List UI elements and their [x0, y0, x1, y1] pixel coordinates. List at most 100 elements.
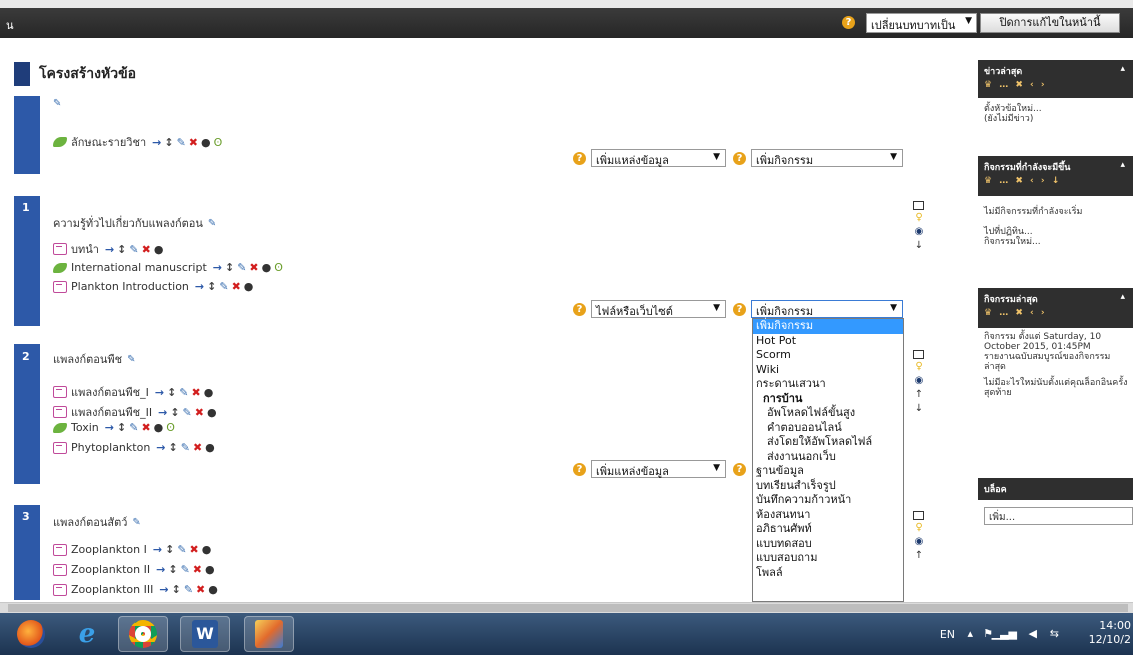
delete-icon[interactable]: ✖	[193, 441, 202, 454]
activity-link[interactable]: International manuscript	[71, 261, 207, 274]
move-up-icon[interactable]: ↑	[912, 550, 926, 562]
move-down-icon[interactable]: ↓	[912, 403, 926, 415]
move-icon[interactable]: ↕	[172, 583, 181, 596]
indent-icon[interactable]: →	[152, 136, 161, 149]
full-report-link[interactable]: รายงานฉบับสมบูรณ์ของกิจกรรมล่าสุด	[984, 352, 1129, 372]
move-icon[interactable]: ↕	[225, 261, 234, 274]
edit-summary-icon[interactable]: ✎	[127, 354, 135, 365]
indent-icon[interactable]: →	[195, 280, 204, 293]
highlight-icon[interactable]	[913, 201, 924, 210]
add-activity-select[interactable]: เพิ่มกิจกรรม ▼	[751, 300, 903, 318]
chevron-up-icon[interactable]: ▴	[967, 627, 973, 640]
help-icon[interactable]: ?	[573, 152, 586, 165]
add-resource-select[interactable]: เพิ่มแหล่งข้อมูล ▼	[591, 149, 726, 167]
taskbar-paint[interactable]	[244, 616, 294, 652]
lightbulb-icon[interactable]: ♀	[912, 522, 926, 534]
taskbar-ie[interactable]: e	[62, 616, 112, 652]
activity-link[interactable]: Toxin	[71, 421, 99, 434]
lightbulb-icon[interactable]: ♀	[912, 361, 926, 373]
indent-icon[interactable]: →	[156, 441, 165, 454]
language-indicator[interactable]: EN	[940, 628, 955, 641]
lightbulb-icon[interactable]: ♀	[912, 212, 926, 224]
delete-icon[interactable]: ✖	[192, 386, 201, 399]
move-icon[interactable]: ↕	[170, 406, 179, 419]
activity-link[interactable]: Plankton Introduction	[71, 280, 189, 293]
edit-icon[interactable]: ✎	[219, 280, 228, 293]
add-resource-select[interactable]: เพิ่มแหล่งข้อมูล ▼	[591, 460, 726, 478]
activity-link[interactable]: แพลงก์ตอนพืช_II	[71, 403, 152, 421]
eye-icon[interactable]: ●	[201, 136, 211, 149]
delete-icon[interactable]: ✖	[196, 583, 205, 596]
delete-icon[interactable]: ✖	[195, 406, 204, 419]
edit-icon[interactable]: ✎	[177, 136, 186, 149]
eye-icon[interactable]: ◉	[912, 536, 926, 548]
help-icon[interactable]: ?	[573, 303, 586, 316]
group-icon[interactable]: ʘ	[214, 136, 223, 149]
indent-icon[interactable]: →	[105, 421, 114, 434]
delete-icon[interactable]: ✖	[193, 563, 202, 576]
highlight-icon[interactable]	[913, 350, 924, 359]
clock[interactable]: 14:00 12/10/2	[1089, 619, 1131, 647]
dropdown-option[interactable]: Scorm	[753, 348, 903, 363]
group-icon[interactable]: ʘ	[166, 421, 175, 434]
indent-icon[interactable]: →	[213, 261, 222, 274]
block-tools-icon[interactable]: ♛ … ✖ ‹ ›	[984, 80, 1127, 90]
network-icon[interactable]: ⇆	[1050, 627, 1059, 640]
eye-icon[interactable]: ●	[207, 406, 217, 419]
dropdown-option[interactable]: โพลล์	[753, 566, 903, 581]
eye-icon[interactable]: ●	[204, 386, 214, 399]
help-icon[interactable]: ?	[733, 303, 746, 316]
eye-icon[interactable]: ●	[202, 543, 212, 556]
dropdown-option[interactable]: อัพโหลดไฟล์ขั้นสูง	[753, 406, 903, 421]
switch-role-select[interactable]: เปลี่ยนบทบาทเป็น ▼	[866, 13, 977, 33]
dropdown-option[interactable]: บทเรียนสำเร็จรูป	[753, 479, 903, 494]
eye-icon[interactable]: ◉	[912, 226, 926, 238]
delete-icon[interactable]: ✖	[142, 243, 151, 256]
signal-icon[interactable]: ▁▃▅	[992, 627, 1017, 640]
move-icon[interactable]: ↕	[117, 421, 126, 434]
move-icon[interactable]: ↕	[164, 136, 173, 149]
move-up-icon[interactable]: ↑	[912, 389, 926, 401]
dropdown-option[interactable]: ห้องสนทนา	[753, 508, 903, 523]
eye-icon[interactable]: ●	[262, 261, 272, 274]
delete-icon[interactable]: ✖	[141, 421, 150, 434]
move-icon[interactable]: ↕	[167, 386, 176, 399]
dropdown-option[interactable]: คำตอบออนไลน์	[753, 421, 903, 436]
eye-icon[interactable]: ●	[154, 243, 164, 256]
collapse-icon[interactable]: ▴	[1120, 64, 1125, 74]
add-activity-dropdown-list[interactable]: เพิ่มกิจกรรม Hot Pot Scorm Wiki กระดานเสวนาก…	[752, 318, 904, 602]
dropdown-option[interactable]: แบบทดสอบ	[753, 537, 903, 552]
indent-icon[interactable]: →	[105, 243, 114, 256]
dropdown-option[interactable]: เพิ่มกิจกรรม	[753, 319, 903, 334]
horizontal-scrollbar[interactable]	[0, 602, 1133, 613]
dropdown-option[interactable]: ส่งงานนอกเว็บ	[753, 450, 903, 465]
help-icon[interactable]: ?	[842, 16, 855, 29]
start-button[interactable]	[6, 616, 56, 652]
collapse-icon[interactable]: ▴	[1120, 160, 1125, 170]
edit-icon[interactable]: ✎	[184, 583, 193, 596]
taskbar-word[interactable]: W	[180, 616, 230, 652]
dropdown-option[interactable]: บันทึกความก้าวหน้า	[753, 493, 903, 508]
eye-icon[interactable]: ●	[205, 563, 215, 576]
eye-icon[interactable]: ◉	[912, 375, 926, 387]
help-icon[interactable]: ?	[733, 463, 746, 476]
activity-link[interactable]: Zooplankton II	[71, 563, 150, 576]
eye-icon[interactable]: ●	[244, 280, 254, 293]
dropdown-option[interactable]: กระดานเสวนา	[753, 377, 903, 392]
turn-editing-off-button[interactable]: ปิดการแก้ไขในหน้านี้	[980, 13, 1120, 33]
edit-icon[interactable]: ✎	[181, 441, 190, 454]
add-block-select[interactable]: เพิ่ม...	[984, 507, 1133, 525]
help-icon[interactable]: ?	[573, 463, 586, 476]
add-topic-link[interactable]: ตั้งหัวข้อใหม่...	[984, 104, 1129, 114]
add-activity-select[interactable]: เพิ่มกิจกรรม ▼	[751, 149, 903, 167]
move-icon[interactable]: ↕	[165, 543, 174, 556]
edit-icon[interactable]: ✎	[237, 261, 246, 274]
block-tools-icon[interactable]: ♛ … ✖ ‹ › ↓	[984, 176, 1127, 186]
site-name[interactable]: น	[6, 16, 14, 34]
dropdown-option[interactable]: แบบสอบถาม	[753, 551, 903, 566]
indent-icon[interactable]: →	[153, 543, 162, 556]
dropdown-option[interactable]: Wiki	[753, 363, 903, 378]
scrollbar-thumb[interactable]	[8, 604, 1128, 612]
dropdown-option[interactable]: อภิธานศัพท์	[753, 522, 903, 537]
delete-icon[interactable]: ✖	[249, 261, 258, 274]
